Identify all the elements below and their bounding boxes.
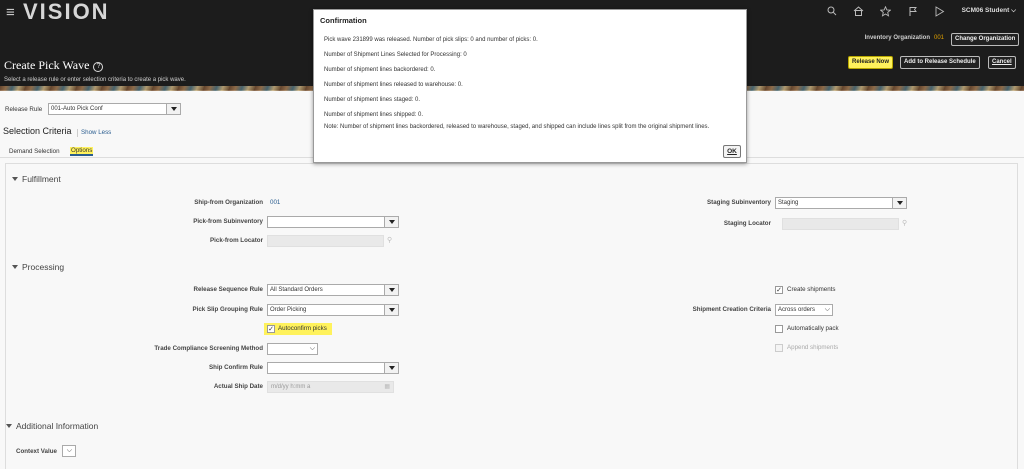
actual-ship-date-placeholder: m/d/yy h:mm a (271, 384, 311, 390)
home-icon[interactable] (852, 4, 866, 18)
change-organization-button[interactable]: Change Organization (951, 33, 1020, 46)
collapse-icon (12, 265, 18, 269)
ship-confirm-rule-label: Ship Confirm Rule (209, 364, 263, 371)
staging-subinventory-label: Staging Subinventory (707, 199, 771, 206)
inventory-organization: Inventory Organization 001 (865, 35, 944, 41)
page-instructions: Select a release rule or enter selection… (4, 77, 186, 83)
message-lines-backordered: Number of shipment lines backordered: 0. (324, 67, 436, 73)
context-value-select[interactable]: ⌵ (62, 445, 76, 457)
calendar-icon: ▦ (384, 384, 390, 390)
actual-ship-date-label: Actual Ship Date (213, 383, 263, 390)
inventory-org-label: Inventory Organization (864, 35, 930, 41)
search-icon: ⚲ (902, 220, 908, 227)
page-title: Create Pick Wave (4, 58, 90, 72)
chevron-down-icon: ⌵ (309, 345, 315, 352)
message-pick-wave-released: Pick wave 231899 was released. Number of… (324, 37, 538, 43)
navigator-menu-icon[interactable]: ≡ (6, 5, 15, 20)
chevron-down-icon: ⌵ (66, 447, 72, 454)
dropdown-arrow-icon[interactable] (892, 198, 906, 208)
ok-button[interactable]: OK (723, 145, 741, 158)
message-lines-selected: Number of Shipment Lines Selected for Pr… (324, 52, 467, 58)
fulfillment-section-header[interactable]: Fulfillment (12, 174, 61, 184)
tab-options[interactable]: Options (70, 147, 94, 156)
append-shipments-checkbox (775, 344, 783, 352)
release-rule-value: 001-Auto Pick Conf (51, 106, 103, 112)
staging-locator-label: Staging Locator (723, 220, 771, 227)
additional-information-title: Additional Information (16, 421, 99, 431)
pick-from-subinventory-label: Pick-from Subinventory (193, 218, 263, 225)
shipment-creation-criteria-label: Shipment Creation Criteria (692, 306, 771, 313)
additional-information-section-header[interactable]: Additional Information (6, 421, 98, 431)
notifications-icon[interactable] (933, 4, 947, 18)
selection-criteria-title: Selection Criteria (3, 126, 72, 136)
context-value-label: Context Value (16, 448, 57, 455)
dropdown-arrow-icon[interactable] (384, 285, 398, 295)
search-icon[interactable] (825, 4, 839, 18)
staging-locator-input (782, 218, 899, 230)
release-sequence-rule-label: Release Sequence Rule (193, 286, 263, 293)
release-now-button[interactable]: Release Now (848, 56, 894, 69)
flag-icon[interactable] (906, 4, 920, 18)
dropdown-arrow-icon[interactable] (384, 363, 398, 373)
dropdown-arrow-icon[interactable] (166, 104, 180, 114)
show-less-link[interactable]: Show Less (81, 129, 111, 136)
dropdown-arrow-icon[interactable] (384, 217, 398, 227)
divider (77, 129, 78, 137)
app-logo: VISION (23, 0, 110, 24)
pick-slip-grouping-rule-value: Order Picking (270, 307, 307, 313)
user-name: SCM06 Student (961, 7, 1010, 14)
shipment-creation-criteria-value: Across orders (778, 307, 816, 313)
ship-from-org-label: Ship-from Organization (194, 199, 263, 206)
create-shipments-checkbox[interactable]: ✓ (775, 286, 783, 294)
message-note: Note: Number of shipment lines backorder… (324, 124, 710, 130)
actual-ship-date-input: m/d/yy h:mm a ▦ (267, 381, 394, 393)
add-to-release-schedule-button[interactable]: Add to Release Schedule (900, 56, 980, 69)
staging-subinventory-select[interactable]: Staging (775, 197, 907, 209)
pick-slip-grouping-rule-select[interactable]: Order Picking (267, 304, 399, 316)
autoconfirm-picks-checkbox[interactable]: ✓ (267, 325, 275, 333)
processing-section-header[interactable]: Processing (12, 262, 64, 272)
release-sequence-rule-select[interactable]: All Standard Orders (267, 284, 399, 296)
collapse-icon (12, 177, 18, 181)
star-icon[interactable] (879, 4, 893, 18)
ship-confirm-rule-select[interactable] (267, 362, 399, 374)
confirmation-dialog: Confirmation Pick wave 231899 was releas… (313, 9, 747, 163)
pick-from-locator-label: Pick-from Locator (210, 237, 263, 244)
search-icon: ⚲ (387, 237, 393, 244)
staging-subinventory-value: Staging (778, 200, 799, 206)
autoconfirm-picks-label: Autoconfirm picks (278, 325, 327, 332)
automatically-pack-checkbox[interactable] (775, 325, 783, 333)
pick-from-locator-input (267, 235, 384, 247)
create-shipments-label: Create shipments (787, 286, 836, 293)
chevron-down-icon: ⌵ (824, 306, 830, 313)
release-rule-label: Release Rule (5, 106, 43, 113)
automatically-pack-label: Automatically pack (787, 325, 839, 332)
page-title-container: Create Pick Wave? (4, 58, 104, 73)
message-lines-shipped: Number of shipment lines shipped: 0. (324, 112, 424, 118)
fulfillment-title: Fulfillment (22, 174, 61, 184)
pick-from-subinventory-select[interactable] (267, 216, 399, 228)
dialog-title: Confirmation (320, 16, 367, 25)
message-lines-staged: Number of shipment lines staged: 0. (324, 97, 421, 103)
trade-compliance-label: Trade Compliance Screening Method (154, 345, 263, 352)
inventory-org-value: 001 (933, 35, 944, 41)
cancel-button[interactable]: Cancel (988, 56, 1016, 69)
collapse-icon (6, 424, 12, 428)
trade-compliance-select[interactable]: ⌵ (267, 343, 318, 355)
shipment-creation-criteria-select[interactable]: Across orders ⌵ (775, 304, 833, 316)
chevron-down-icon: ⌵ (1011, 7, 1016, 14)
processing-title: Processing (22, 262, 65, 272)
dropdown-arrow-icon[interactable] (384, 305, 398, 315)
help-icon[interactable]: ? (93, 62, 104, 72)
append-shipments-label: Append shipments (787, 344, 839, 351)
pick-slip-grouping-rule-label: Pick Slip Grouping Rule (192, 306, 263, 313)
tab-demand-selection[interactable]: Demand Selection (9, 148, 60, 155)
release-rule-select[interactable]: 001-Auto Pick Conf (48, 103, 181, 115)
message-lines-released: Number of shipment lines released to war… (324, 82, 463, 88)
release-sequence-rule-value: All Standard Orders (270, 287, 323, 293)
ship-from-org-value: 001 (270, 199, 281, 206)
global-icons: SCM06 Student ⌵ (825, 4, 1024, 18)
user-menu[interactable]: SCM06 Student ⌵ (962, 7, 1016, 15)
